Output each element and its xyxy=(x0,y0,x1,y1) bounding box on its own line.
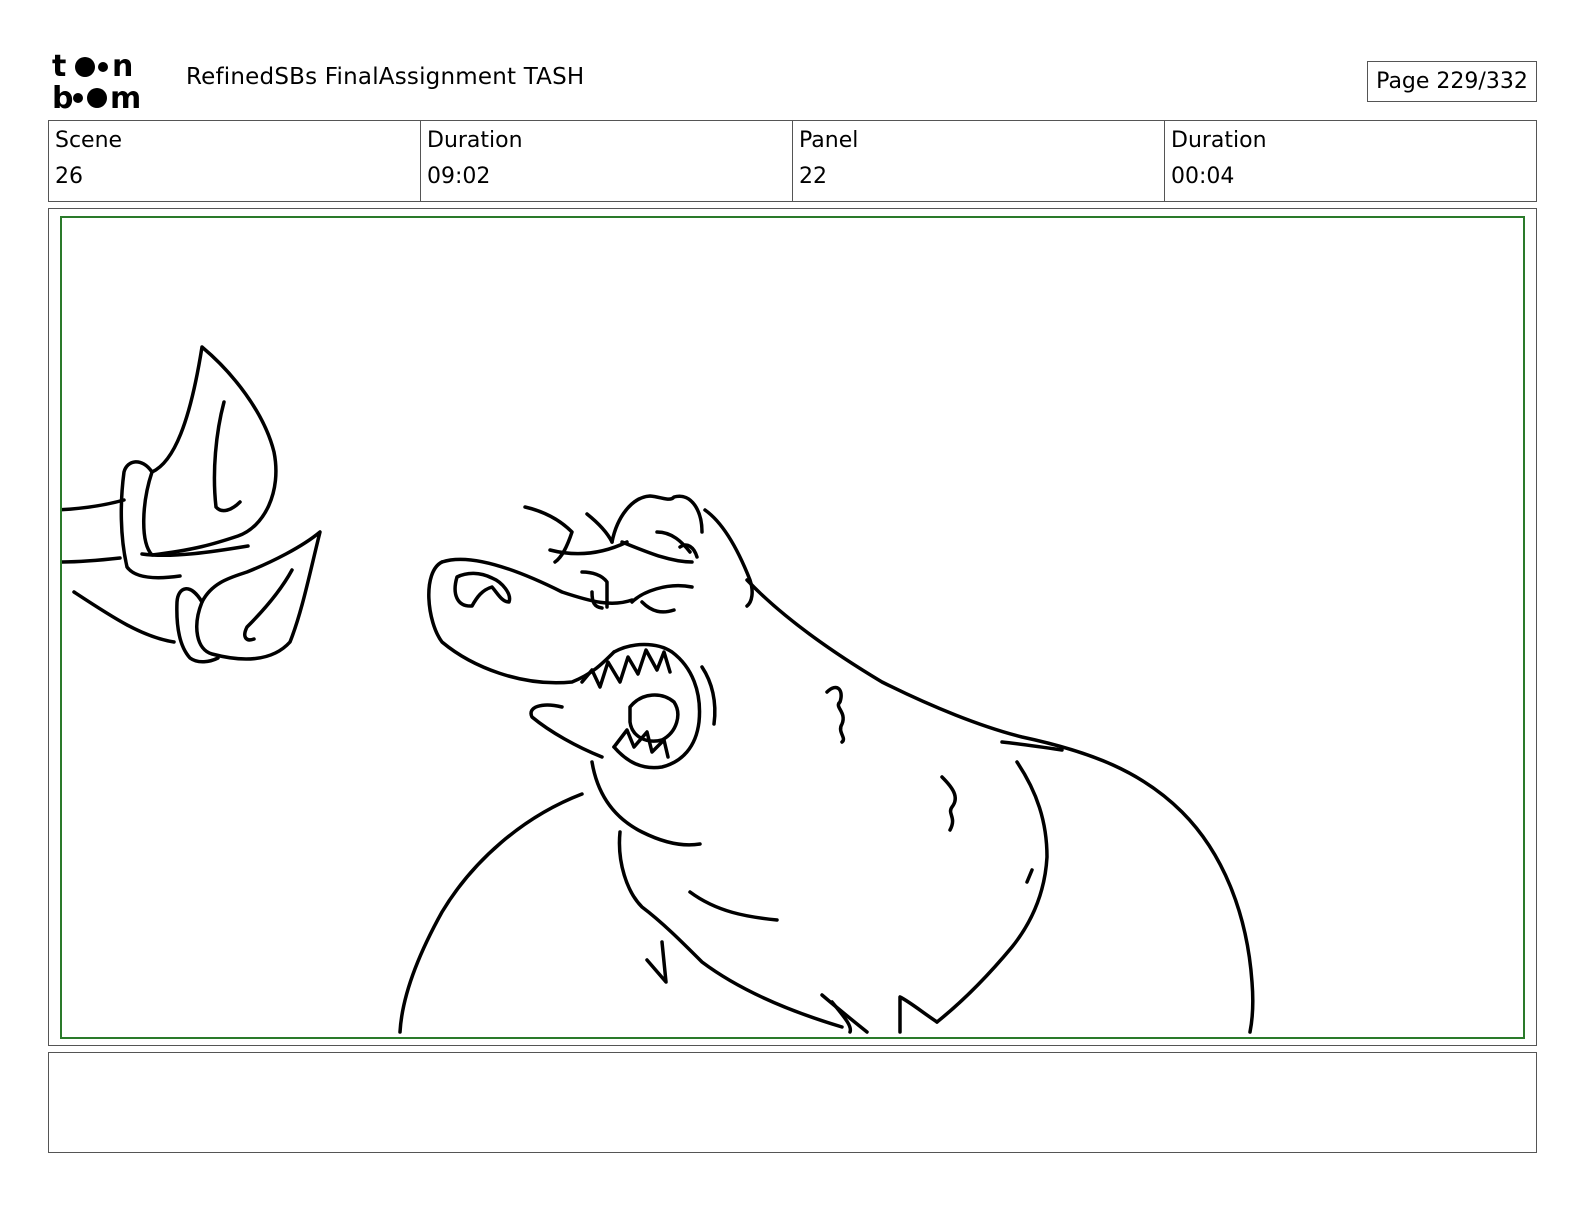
document-title: RefinedSBs FinalAssignment TASH xyxy=(186,64,585,90)
scene-label: Scene xyxy=(55,128,123,153)
horn-claw-sketch xyxy=(62,345,322,664)
panel-cell: Panel 22 xyxy=(793,121,1165,201)
svg-text:t: t xyxy=(52,52,66,84)
panel-label: Panel xyxy=(799,128,859,153)
wolf-sketch xyxy=(398,494,1255,1034)
panel-duration-value: 00:04 xyxy=(1171,164,1235,189)
camera-safe-frame xyxy=(60,216,1525,1039)
scene-duration-cell: Duration 09:02 xyxy=(421,121,793,201)
panel-sketch xyxy=(62,345,1255,1034)
scene-value: 26 xyxy=(55,164,83,189)
page-indicator: Page 229/332 xyxy=(1367,61,1537,102)
panel-duration-label: Duration xyxy=(1171,128,1267,153)
toonboom-logo: t n b m xyxy=(52,49,164,116)
panel-info-table: Scene 26 Duration 09:02 Panel 22 Duratio… xyxy=(48,120,1537,202)
scene-cell: Scene 26 xyxy=(49,121,421,201)
scene-duration-label: Duration xyxy=(427,128,523,153)
panel-value: 22 xyxy=(799,164,827,189)
panel-duration-cell: Duration 00:04 xyxy=(1165,121,1536,201)
svg-text:m: m xyxy=(110,81,141,112)
svg-text:b: b xyxy=(52,81,73,112)
svg-text:n: n xyxy=(112,52,133,84)
scene-duration-value: 09:02 xyxy=(427,164,491,189)
panel-notes-box xyxy=(48,1052,1537,1153)
